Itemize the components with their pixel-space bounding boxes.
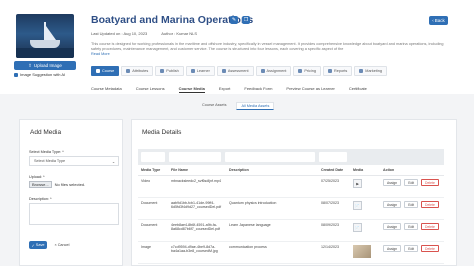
- course-subtabs: Course Metadata Course Lessons Course Me…: [91, 86, 367, 93]
- filter-input[interactable]: [141, 152, 165, 162]
- close-icon: ×: [54, 243, 57, 247]
- file-status: No files selected.: [54, 182, 86, 187]
- back-button[interactable]: ‹ Back: [429, 16, 448, 25]
- description-label: Description: *: [29, 197, 52, 201]
- tab-all-media-assets[interactable]: All Media Assets: [236, 102, 275, 110]
- cancel-button[interactable]: × Cancel: [51, 241, 73, 249]
- course-meta: Last Updated on : Aug 10, 2023 Author : …: [91, 31, 197, 36]
- course-icon: [96, 69, 100, 73]
- subtab-preview-as-learner[interactable]: Preview Course as Learner: [286, 86, 334, 93]
- media-details-title: Media Details: [142, 129, 182, 136]
- save-button[interactable]: ✓ Save: [29, 241, 47, 249]
- publish-icon: [160, 69, 165, 73]
- upload-image-label: Upload Image: [33, 63, 62, 68]
- edit-title-icon[interactable]: ✎: [230, 16, 238, 24]
- media-tabs: Course Assets All Media Assets: [198, 102, 275, 110]
- learner-icon: [190, 69, 195, 73]
- ai-icon: [14, 72, 18, 77]
- filter-input[interactable]: [319, 152, 347, 162]
- tab-pricing[interactable]: Pricing: [293, 66, 321, 76]
- author: Author : Kumar NLS: [161, 31, 198, 36]
- assign-button[interactable]: Assign: [383, 201, 402, 208]
- media-type-label: Select Media Type: *: [29, 150, 64, 154]
- filter-input[interactable]: [225, 152, 315, 162]
- edit-button[interactable]: Edit: [404, 179, 419, 186]
- upload-label: Upload: *: [29, 175, 45, 179]
- subtab-feedback-form[interactable]: Feedback Form: [244, 86, 272, 93]
- course-editor-page: ⇧ Upload Image Image Suggestion with AI …: [0, 0, 474, 266]
- marketing-icon: [359, 69, 364, 73]
- pricing-icon: [298, 69, 303, 73]
- column-header: Media: [350, 165, 380, 176]
- add-media-title: Add Media: [30, 129, 62, 136]
- reports-icon: [327, 69, 332, 73]
- delete-button[interactable]: Delete: [421, 179, 439, 186]
- subtab-export[interactable]: Export: [219, 86, 231, 93]
- tab-assessment[interactable]: Assessment: [216, 66, 254, 76]
- media-type-select[interactable]: Select Media Type ⌄: [29, 156, 119, 166]
- tab-reports[interactable]: Reports: [322, 66, 353, 76]
- filter-row: [138, 149, 444, 165]
- document-icon[interactable]: 📄: [353, 201, 362, 210]
- column-header: Action: [380, 165, 444, 176]
- table-row: Video mbnacksleedc2_svf6sdljnf.mp4 07/25…: [138, 175, 444, 198]
- subtab-course-metadata[interactable]: Course Metadata: [91, 86, 122, 93]
- page-title: Boatyard and Marina Operations: [91, 14, 254, 26]
- table-header-row: Media Type File Name Description Created…: [138, 165, 444, 176]
- table-row: Document aab9d1bb-fcb1-41de-99ff4-6d5fd3…: [138, 197, 444, 220]
- subtab-course-media[interactable]: Course Media: [178, 86, 205, 93]
- last-updated: Last Updated on : Aug 10, 2023: [91, 31, 148, 36]
- table-row: Image c7cd9594-d9ae-4be9-8d7a-ba4a1aa-b3…: [138, 241, 444, 264]
- chevron-down-icon: ⌄: [111, 159, 115, 164]
- table-row: Document 4eeb8ae4-8b6f-4591-a9b-fa-8a68c…: [138, 219, 444, 242]
- column-header: Created Date: [318, 165, 350, 176]
- assign-button[interactable]: Assign: [383, 245, 402, 252]
- assignment-icon: [260, 69, 265, 73]
- assign-button[interactable]: Assign: [383, 223, 402, 230]
- upload-icon: ⇧: [28, 62, 32, 68]
- column-header: Media Type: [138, 165, 168, 176]
- delete-button[interactable]: Delete: [421, 223, 439, 230]
- tab-assignment[interactable]: Assignment: [255, 66, 292, 76]
- course-description: This course is designed for working prof…: [91, 42, 444, 56]
- back-arrow-icon: ‹: [432, 18, 434, 23]
- tab-marketing[interactable]: Marketing: [354, 66, 387, 76]
- main-tabs: Course Attributes Publish Learner Assess…: [91, 66, 387, 76]
- course-header: ⇧ Upload Image Image Suggestion with AI …: [0, 0, 474, 94]
- delete-button[interactable]: Delete: [421, 201, 439, 208]
- tab-course[interactable]: Course: [91, 66, 120, 76]
- tab-learner[interactable]: Learner: [185, 66, 215, 76]
- course-thumbnail: [16, 14, 74, 58]
- video-icon[interactable]: ▶: [353, 179, 362, 188]
- subtab-certificate[interactable]: Certificate: [349, 86, 367, 93]
- edit-button[interactable]: Edit: [404, 245, 419, 252]
- media-table: Media Type File Name Description Created…: [138, 165, 444, 264]
- file-upload: Browse... No files selected.: [29, 181, 85, 188]
- subtab-course-lessons[interactable]: Course Lessons: [136, 86, 165, 93]
- description-textarea[interactable]: [29, 203, 119, 225]
- delete-button[interactable]: Delete: [421, 245, 439, 252]
- upload-image-button[interactable]: ⇧ Upload Image: [14, 61, 76, 70]
- filter-input[interactable]: [169, 152, 221, 162]
- attributes-icon: [126, 69, 131, 73]
- tab-course-assets[interactable]: Course Assets: [198, 102, 230, 110]
- column-header: Description: [226, 165, 318, 176]
- image-thumbnail[interactable]: [353, 245, 371, 258]
- copy-icon[interactable]: ❐: [242, 16, 250, 24]
- assign-button[interactable]: Assign: [383, 179, 402, 186]
- tab-attributes[interactable]: Attributes: [121, 66, 154, 76]
- browse-button[interactable]: Browse...: [29, 181, 52, 188]
- column-header: File Name: [168, 165, 226, 176]
- tab-publish[interactable]: Publish: [155, 66, 184, 76]
- document-icon[interactable]: 📄: [353, 223, 362, 232]
- image-suggestion-link[interactable]: Image Suggestion with AI: [14, 72, 65, 77]
- assessment-icon: [221, 69, 226, 73]
- read-more-link[interactable]: Read More: [91, 52, 110, 56]
- edit-button[interactable]: Edit: [404, 223, 419, 230]
- edit-button[interactable]: Edit: [404, 201, 419, 208]
